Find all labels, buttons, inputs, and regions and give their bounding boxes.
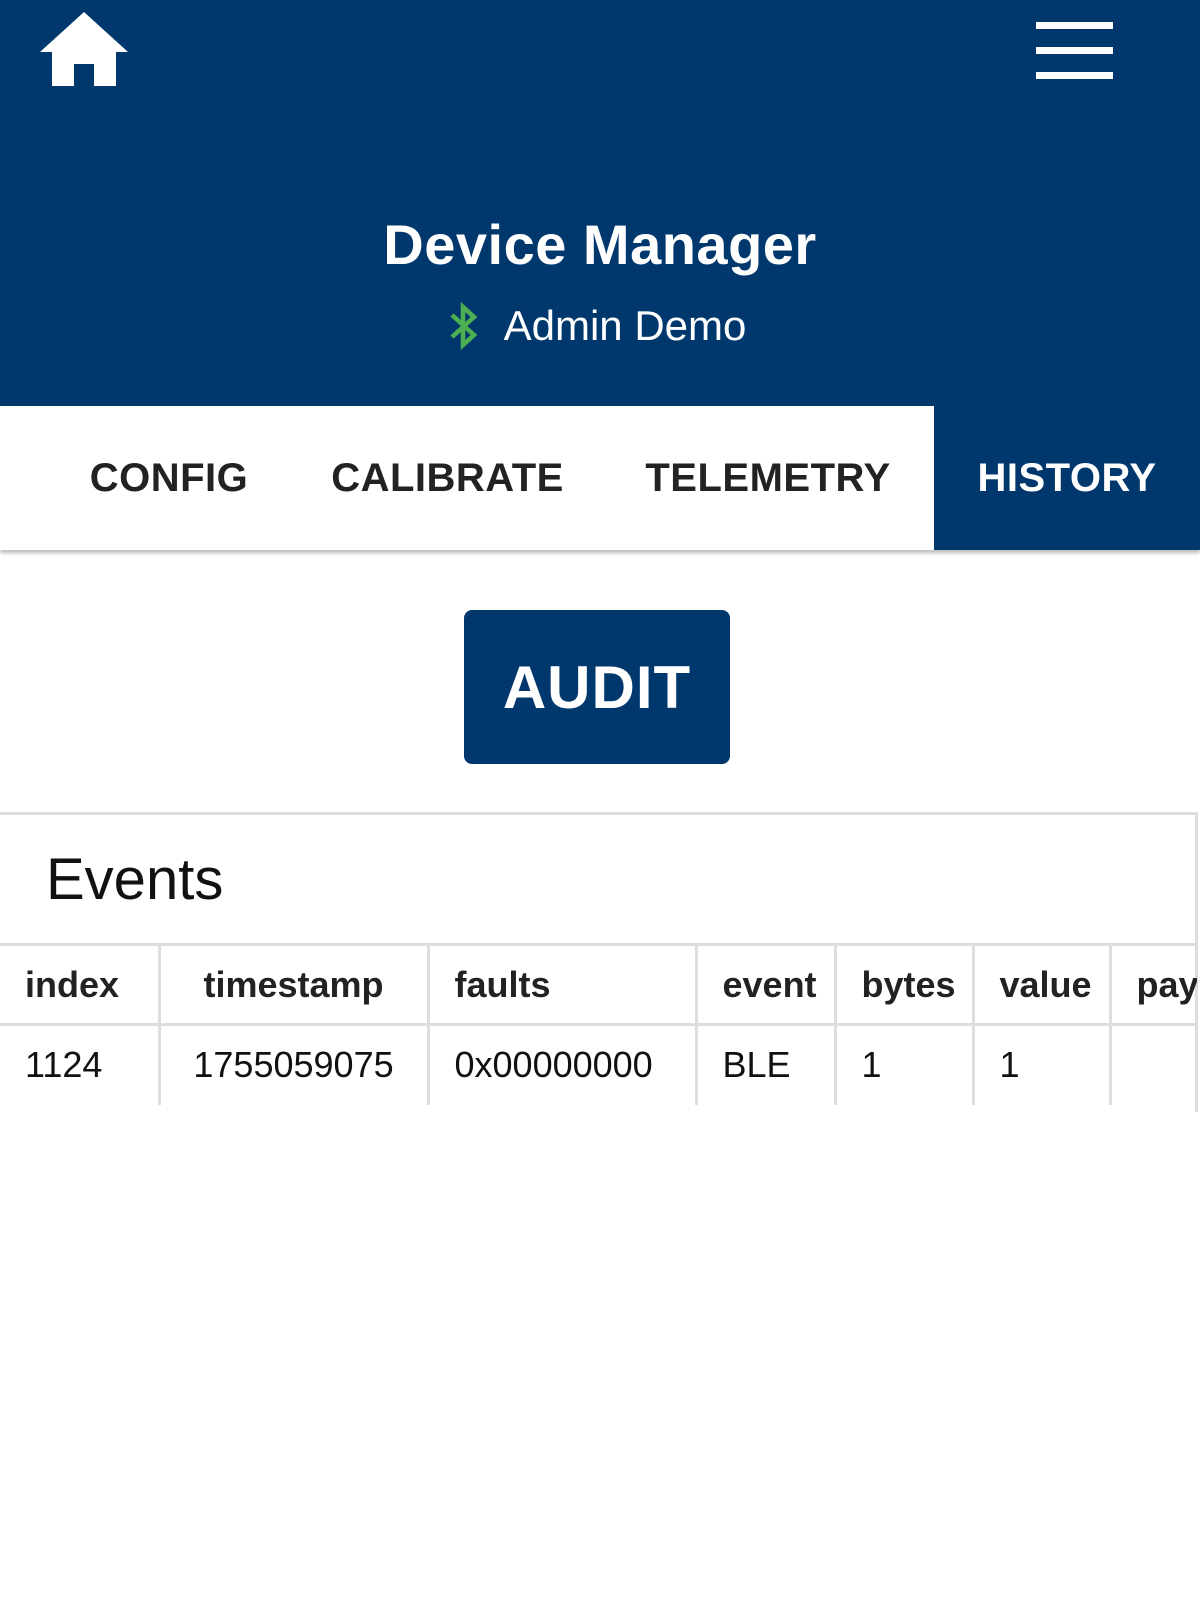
events-table: index timestamp faults event bytes value… <box>0 943 1197 1105</box>
column-header-value[interactable]: value <box>973 943 1112 1026</box>
page-title: Device Manager <box>383 213 817 276</box>
events-panel: Events index timestamp faults event byte… <box>0 812 1198 1112</box>
column-header-faults[interactable]: faults <box>428 943 698 1026</box>
tab-history[interactable]: HISTORY <box>934 406 1200 550</box>
column-header-event[interactable]: event <box>696 943 837 1026</box>
column-header-timestamp[interactable]: timestamp <box>159 943 430 1026</box>
column-header-bytes[interactable]: bytes <box>835 943 975 1026</box>
cell-value: 1 <box>973 1024 1112 1105</box>
bluetooth-icon <box>450 302 477 350</box>
audit-button[interactable]: AUDIT <box>464 610 730 764</box>
column-header-index[interactable]: index <box>0 943 161 1026</box>
app-header: Device Manager Admin Demo <box>0 0 1200 406</box>
table-header-row: index timestamp faults event bytes value… <box>0 943 1197 1026</box>
connected-device: Admin Demo <box>0 296 1200 356</box>
cell-index: 1124 <box>0 1024 161 1105</box>
home-button[interactable] <box>38 8 130 90</box>
menu-button[interactable] <box>1030 18 1120 84</box>
cell-payload <box>1110 1024 1197 1105</box>
tab-config[interactable]: CONFIG <box>44 406 294 550</box>
cell-bytes: 1 <box>835 1024 975 1105</box>
column-header-payload[interactable]: payl <box>1110 943 1197 1026</box>
table-row[interactable]: 1124 1755059075 0x00000000 BLE 1 1 <box>0 1024 1197 1105</box>
tab-calibrate[interactable]: CALIBRATE <box>320 406 575 550</box>
events-title: Events <box>46 847 224 912</box>
tab-bar: CONFIG CALIBRATE TELEMETRY HISTORY <box>0 406 1200 550</box>
cell-event: BLE <box>696 1024 837 1105</box>
events-table-scroll[interactable]: index timestamp faults event bytes value… <box>0 943 1197 1115</box>
tab-telemetry[interactable]: TELEMETRY <box>636 406 900 550</box>
cell-timestamp: 1755059075 <box>159 1024 430 1105</box>
cell-faults: 0x00000000 <box>428 1024 698 1105</box>
device-name: Admin Demo <box>503 302 747 349</box>
home-icon <box>40 12 128 86</box>
